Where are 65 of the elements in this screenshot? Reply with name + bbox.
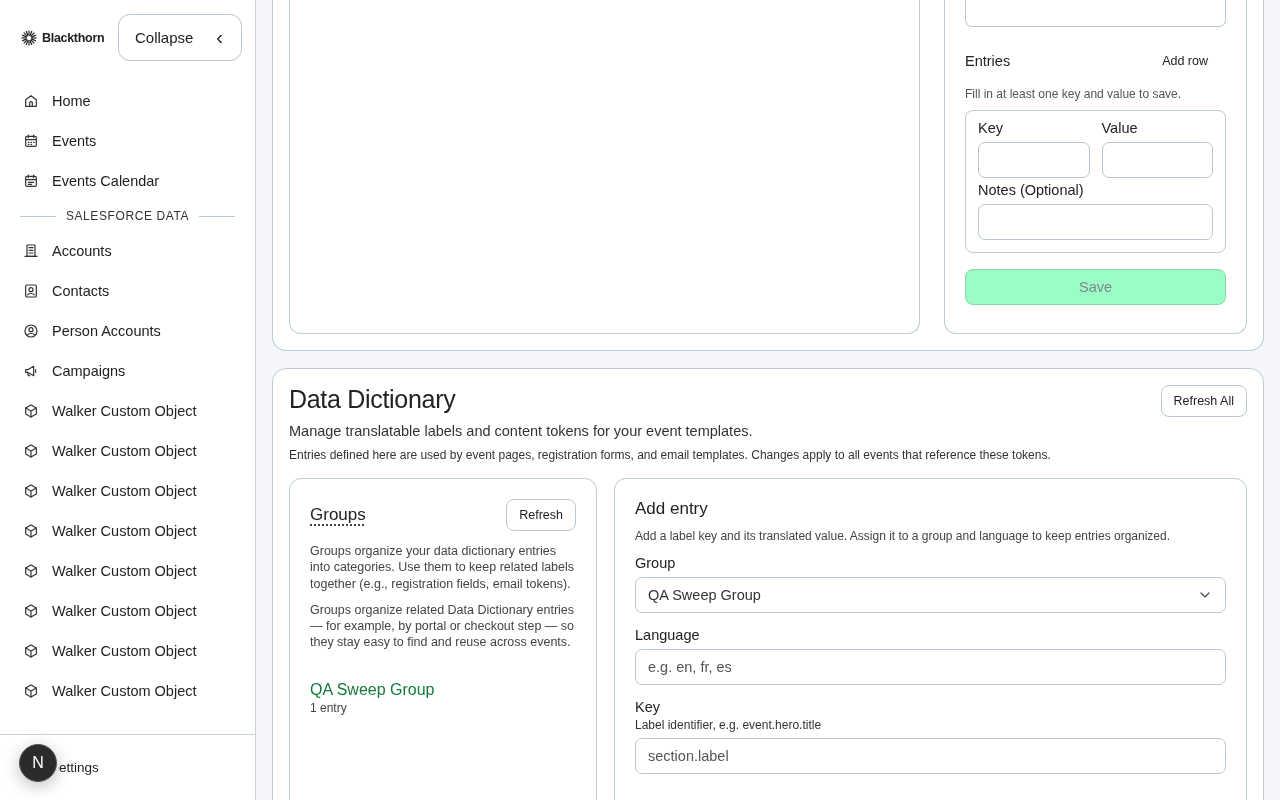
- megaphone-icon: [23, 363, 39, 379]
- avatar-button[interactable]: N: [19, 744, 57, 782]
- field-label: Key: [635, 699, 661, 715]
- nav-item[interactable]: Walker Custom Object: [0, 471, 255, 511]
- refresh-button[interactable]: Refresh: [506, 499, 576, 531]
- cube-icon: [23, 643, 39, 659]
- input-field[interactable]: [1101, 142, 1213, 178]
- subtitle: Manage translatable labels and content tokens for your event templates.: [289, 423, 754, 439]
- building-icon: [23, 243, 39, 259]
- add-row-button[interactable]: Add row: [1162, 54, 1208, 68]
- input-field[interactable]: e.g. en, fr, es: [635, 649, 1226, 685]
- section-title: Data Dictionary: [289, 385, 456, 415]
- field-label: Language: [635, 627, 701, 643]
- nav-item[interactable]: Walker Custom Object: [0, 551, 255, 591]
- entry-count: 1 entry: [310, 700, 348, 715]
- hint-text: Add a label key and its translated value. Assign it to a group and language to keep entries organized.: [635, 529, 1172, 543]
- nav-item[interactable]: Walker Custom Object: [0, 671, 255, 711]
- field-label: Value: [1101, 120, 1139, 136]
- nav-item[interactable]: Walker Custom Object: [0, 391, 255, 431]
- text-area[interactable]: [965, 0, 1226, 27]
- refresh-all-button[interactable]: Refresh All: [1160, 385, 1247, 417]
- cube-icon: [23, 563, 39, 579]
- panel-title: Add entry: [635, 499, 709, 519]
- cube-icon: [23, 403, 39, 419]
- field-label: Group: [635, 555, 677, 571]
- description-text: Groups organize related Data Dictionary entries — for example, by portal or checkout step — so they stay easy to find and reuse across events.: [310, 601, 576, 651]
- help-text: Label identifier, e.g. event.hero.title: [635, 718, 823, 732]
- nav-item[interactable]: Events: [0, 121, 255, 161]
- cube-icon: [23, 603, 39, 619]
- input-field[interactable]: [978, 142, 1090, 178]
- cube-icon: [23, 683, 39, 699]
- nav-item[interactable]: Events Calendar: [0, 161, 255, 201]
- group-link[interactable]: QA Sweep Group: [310, 680, 576, 699]
- groups-heading: Groups: [310, 505, 366, 525]
- field-label: Notes (Optional): [978, 182, 1085, 198]
- field-label: Key: [978, 120, 1004, 136]
- description-text: Groups organize your data dictionary entries into categories. Use them to keep related labels together (e.g., registration fields, email tokens).: [310, 543, 576, 592]
- brand-name: Blackthorn: [42, 30, 105, 45]
- collapse-button[interactable]: Collapse ‹: [118, 14, 242, 61]
- nav-item[interactable]: Campaigns: [0, 351, 255, 391]
- nav-item[interactable]: Walker Custom Object: [0, 591, 255, 631]
- cube-icon: [23, 523, 39, 539]
- calendar-icon: [23, 133, 39, 149]
- section-heading: SALESFORCE DATA: [65, 209, 190, 223]
- nav-item[interactable]: Walker Custom Object: [0, 631, 255, 671]
- home-icon: [23, 93, 39, 109]
- group-select[interactable]: QA Sweep Group: [635, 577, 1226, 613]
- nav-item[interactable]: Home: [0, 81, 255, 121]
- entries-heading: Entries: [965, 53, 1011, 69]
- description-text: Entries defined here are used by event pages, registration forms, and email templates. Changes apply to all events that reference these tokens.: [289, 448, 1052, 462]
- calendar-icon: [23, 173, 39, 189]
- nav-item[interactable]: Contacts: [0, 271, 255, 311]
- contact-card-icon: [23, 283, 39, 299]
- nav-item[interactable]: Person Accounts: [0, 311, 255, 351]
- nav-item[interactable]: Walker Custom Object: [0, 511, 255, 551]
- input-field[interactable]: [978, 204, 1213, 240]
- cube-icon: [23, 443, 39, 459]
- cube-icon: [23, 483, 39, 499]
- input-field[interactable]: section.label: [635, 738, 1226, 774]
- logo-icon: [20, 28, 38, 47]
- hint-text: Fill in at least one key and value to save.: [965, 87, 1183, 101]
- settings-link[interactable]: ettings: [59, 760, 99, 775]
- person-icon: [23, 323, 39, 339]
- nav-item[interactable]: Accounts: [0, 231, 255, 271]
- nav-item[interactable]: Walker Custom Object: [0, 431, 255, 471]
